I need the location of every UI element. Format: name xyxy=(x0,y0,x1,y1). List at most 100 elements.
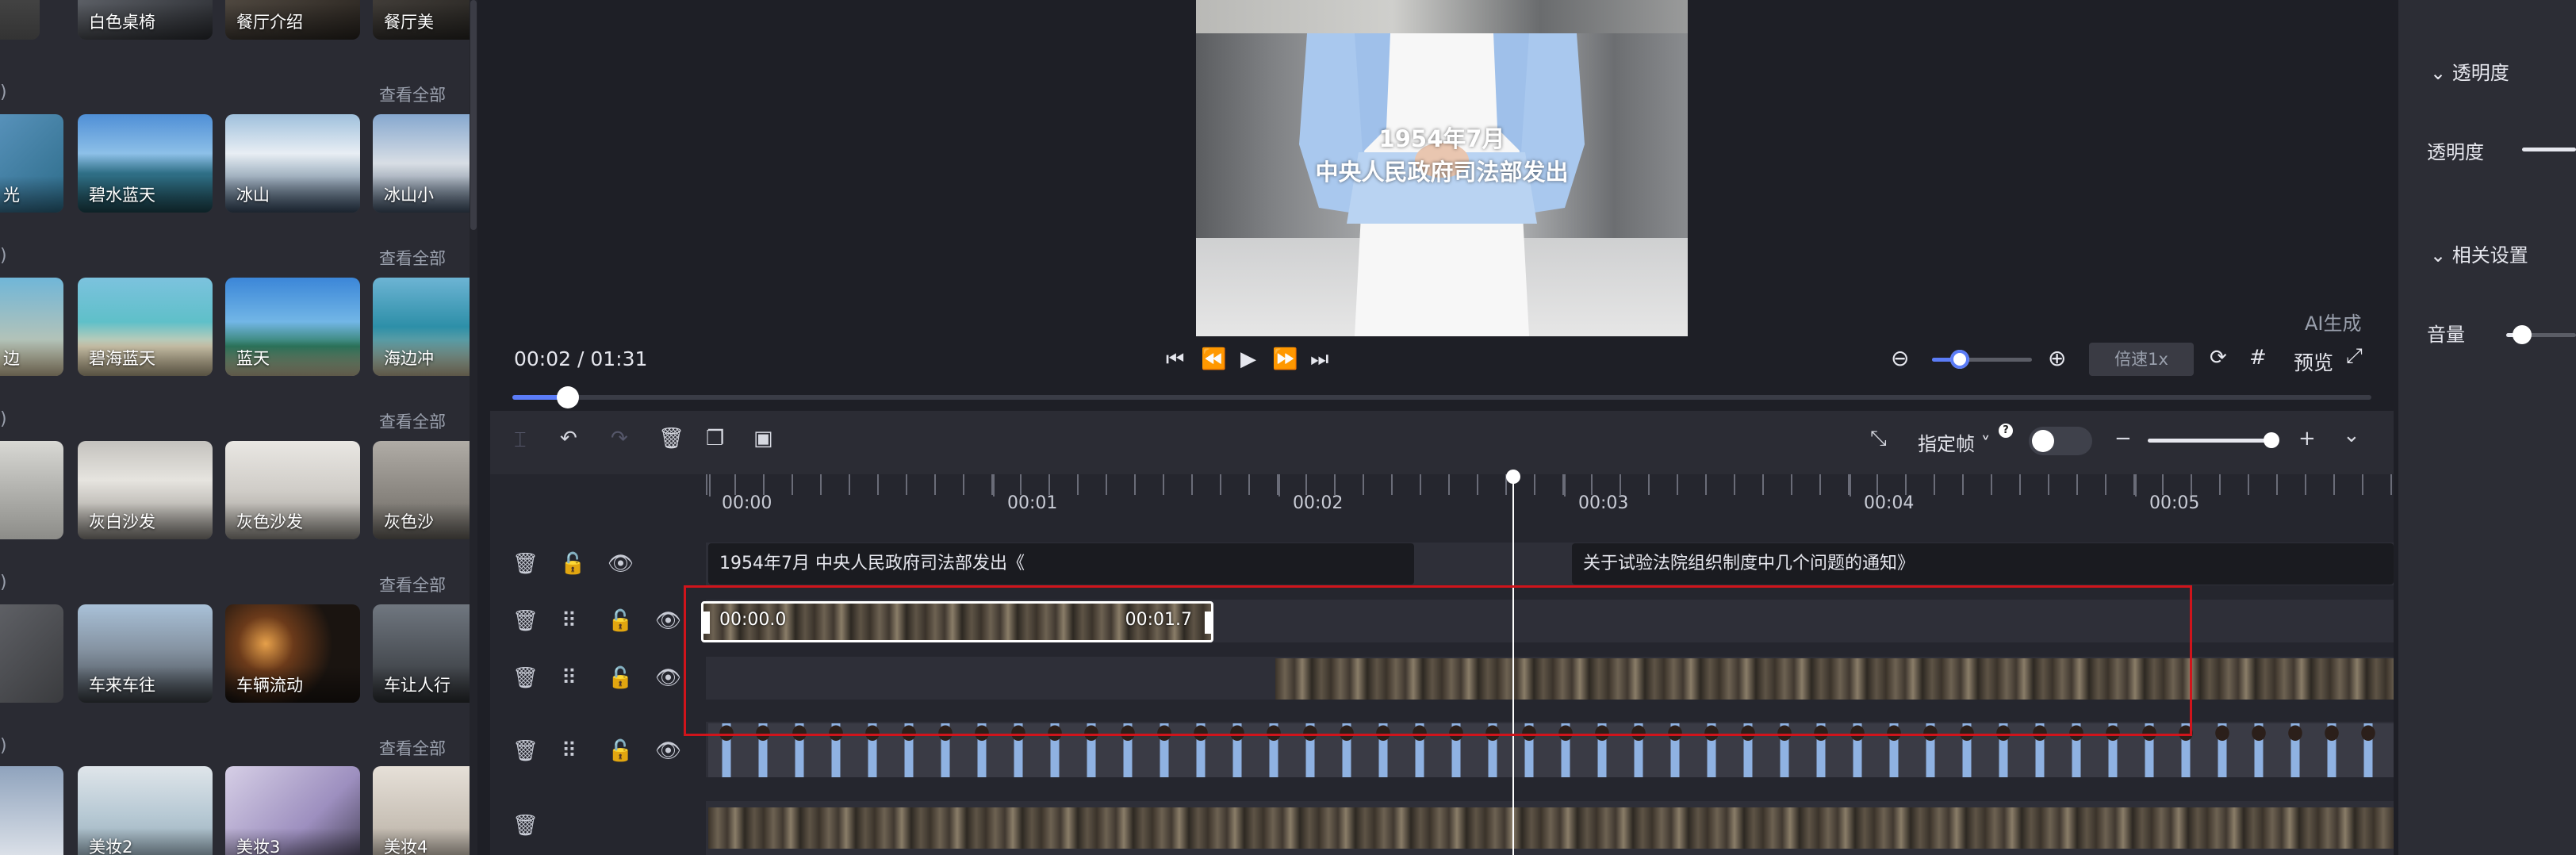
volume-slider[interactable] xyxy=(2506,325,2576,344)
video-preview[interactable]: 1954年7月 中央人民政府司法部发出 xyxy=(1196,0,1688,336)
material-thumb[interactable]: 车让人行 xyxy=(373,604,471,703)
track-visibility-icon[interactable]: 👁 xyxy=(608,554,634,574)
material-thumb[interactable]: 车来车往 xyxy=(78,604,213,703)
see-all-link[interactable]: 查看全部 xyxy=(379,573,446,596)
track-delete-icon[interactable]: 🗑 xyxy=(512,815,539,836)
section-title: ) xyxy=(0,736,7,756)
material-thumb[interactable]: 美妆4 xyxy=(373,766,471,855)
bottom-track-clip[interactable] xyxy=(708,807,2394,849)
grid-icon[interactable]: # xyxy=(2249,347,2267,368)
material-thumb[interactable]: 蓝天 xyxy=(225,278,360,376)
undo-icon[interactable]: ↶ xyxy=(560,428,577,449)
progress-bar[interactable] xyxy=(512,386,2371,408)
material-thumb[interactable]: 车辆流动 xyxy=(225,604,360,703)
material-thumb[interactable]: 灰色沙发 xyxy=(225,441,360,539)
track-delete-icon[interactable]: 🗑 xyxy=(512,668,539,688)
frame-toggle[interactable] xyxy=(2029,427,2092,455)
material-thumb[interactable]: 光 xyxy=(0,114,63,213)
zoom-out-icon[interactable]: ⊖ xyxy=(1891,347,1909,370)
see-all-link[interactable]: 查看全部 xyxy=(379,736,446,760)
zoom-in-icon[interactable]: ⊕ xyxy=(2048,347,2066,370)
material-thumb[interactable]: 边 xyxy=(0,278,63,376)
material-thumb[interactable]: 灰白沙发 xyxy=(78,441,213,539)
timeline-toolbar xyxy=(490,411,2394,474)
expand-down-icon[interactable]: ⌄ xyxy=(2343,425,2360,446)
timeline-zoom-out-icon[interactable]: − xyxy=(2114,428,2132,449)
fullscreen-icon[interactable]: ⤢ xyxy=(2346,346,2363,366)
fast-forward-icon[interactable]: ⏩ xyxy=(1272,349,1298,370)
see-all-link[interactable]: 查看全部 xyxy=(379,82,446,106)
opacity-section-header[interactable]: ⌄ 透明度 xyxy=(2430,57,2509,85)
track-lock-icon[interactable]: 🔓 xyxy=(560,554,585,574)
split-icon[interactable]: ⌶ xyxy=(514,430,527,451)
text-clip[interactable]: 关于试验法院组织制度中几个问题的通知》 xyxy=(1572,543,2394,585)
material-thumb[interactable]: 碧海蓝天 xyxy=(78,278,213,376)
playhead-knob[interactable] xyxy=(1506,470,1520,484)
track-drag-handle-icon[interactable]: ⠿ xyxy=(562,741,577,761)
section-title: ) xyxy=(0,246,7,266)
delete-icon[interactable]: 🗑 xyxy=(658,428,684,449)
properties-panel xyxy=(2398,0,2576,855)
material-thumb[interactable]: 海边冲 xyxy=(373,278,471,376)
track-lock-icon[interactable]: 🔓 xyxy=(608,668,633,688)
collapse-icon[interactable]: ⤡ xyxy=(1870,428,1887,449)
timeline-zoom-knob[interactable] xyxy=(2264,432,2279,448)
time-display: 00:02 / 01:31 xyxy=(514,347,647,370)
help-icon[interactable]: ? xyxy=(1999,424,2013,438)
zoom-slider[interactable] xyxy=(1932,350,2032,369)
track-lock-icon[interactable]: 🔓 xyxy=(608,741,633,761)
track-drag-handle-icon[interactable]: ⠿ xyxy=(562,668,577,688)
material-thumb[interactable]: 冰山 xyxy=(225,114,360,213)
material-thumb[interactable]: 餐厅美 xyxy=(373,0,471,40)
material-thumb[interactable] xyxy=(0,604,63,703)
selection-highlight xyxy=(684,585,2192,736)
material-thumb[interactable] xyxy=(0,766,63,855)
see-all-link[interactable]: 查看全部 xyxy=(379,409,446,433)
timeline-zoom-in-icon[interactable]: + xyxy=(2298,428,2316,449)
opacity-section-title: 透明度 xyxy=(2451,62,2509,84)
text-clip[interactable]: 1954年7月 中央人民政府司法部发出《 xyxy=(708,543,1414,585)
track-visibility-icon[interactable]: 👁 xyxy=(655,611,681,631)
material-thumb[interactable]: 碧水蓝天 xyxy=(78,114,213,213)
material-label: 灰白沙发 xyxy=(89,512,155,531)
track-delete-icon[interactable]: 🗑 xyxy=(512,611,539,631)
material-panel: 白色桌椅 餐厅介绍 餐厅美 ) 查看全部 光 碧水蓝天 冰山 冰山小 ) 查看全… xyxy=(0,0,471,855)
timeline-ruler[interactable]: 00:00 00:01 00:02 00:03 00:04 00:05 xyxy=(706,474,2394,516)
see-all-link[interactable]: 查看全部 xyxy=(379,246,446,270)
material-thumb[interactable] xyxy=(0,0,40,40)
volume-knob[interactable] xyxy=(2513,325,2532,344)
skip-end-icon[interactable]: ⏭ xyxy=(1310,349,1328,370)
material-thumb[interactable]: 灰色沙 xyxy=(373,441,471,539)
material-label: 餐厅介绍 xyxy=(236,13,303,32)
material-thumb[interactable]: 美妆2 xyxy=(78,766,213,855)
related-section-header[interactable]: ⌄ 相关设置 xyxy=(2430,240,2528,267)
track-delete-icon[interactable]: 🗑 xyxy=(512,554,539,574)
track-lock-icon[interactable]: 🔓 xyxy=(608,611,633,631)
ruler-major-tick xyxy=(2135,474,2137,497)
redo-icon[interactable]: ↷ xyxy=(611,428,628,449)
skip-start-icon[interactable]: ⏮ xyxy=(1166,349,1184,370)
material-thumb[interactable] xyxy=(0,441,63,539)
track-visibility-icon[interactable]: 👁 xyxy=(655,741,681,761)
preview-button[interactable]: 预览 xyxy=(2294,347,2333,376)
frame-select[interactable]: 指定帧 ˅ xyxy=(1918,428,1991,456)
track-delete-icon[interactable]: 🗑 xyxy=(512,741,539,761)
material-thumb[interactable]: 冰山小 xyxy=(373,114,471,213)
loop-icon[interactable]: ⟳ xyxy=(2210,347,2227,368)
material-thumb[interactable]: 美妆3 xyxy=(225,766,360,855)
speed-select[interactable]: 倍速1x xyxy=(2089,343,2194,376)
copy-icon[interactable]: ❐ xyxy=(706,428,724,449)
rewind-icon[interactable]: ⏪ xyxy=(1201,349,1226,370)
material-thumb[interactable]: 白色桌椅 xyxy=(78,0,213,40)
save-frame-icon[interactable]: ▣ xyxy=(753,428,773,449)
play-icon[interactable]: ▶ xyxy=(1240,349,1256,370)
material-label: 灰色沙发 xyxy=(236,512,303,531)
ruler-major-tick xyxy=(709,474,711,497)
track-visibility-icon[interactable]: 👁 xyxy=(655,668,681,688)
track-drag-handle-icon[interactable]: ⠿ xyxy=(562,611,577,631)
material-scrollbar-thumb[interactable] xyxy=(470,0,477,230)
time-current: 00:02 xyxy=(514,347,572,370)
timeline-zoom-slider[interactable] xyxy=(2148,432,2279,448)
material-thumb[interactable]: 餐厅介绍 xyxy=(225,0,360,40)
opacity-slider[interactable] xyxy=(2522,148,2576,151)
